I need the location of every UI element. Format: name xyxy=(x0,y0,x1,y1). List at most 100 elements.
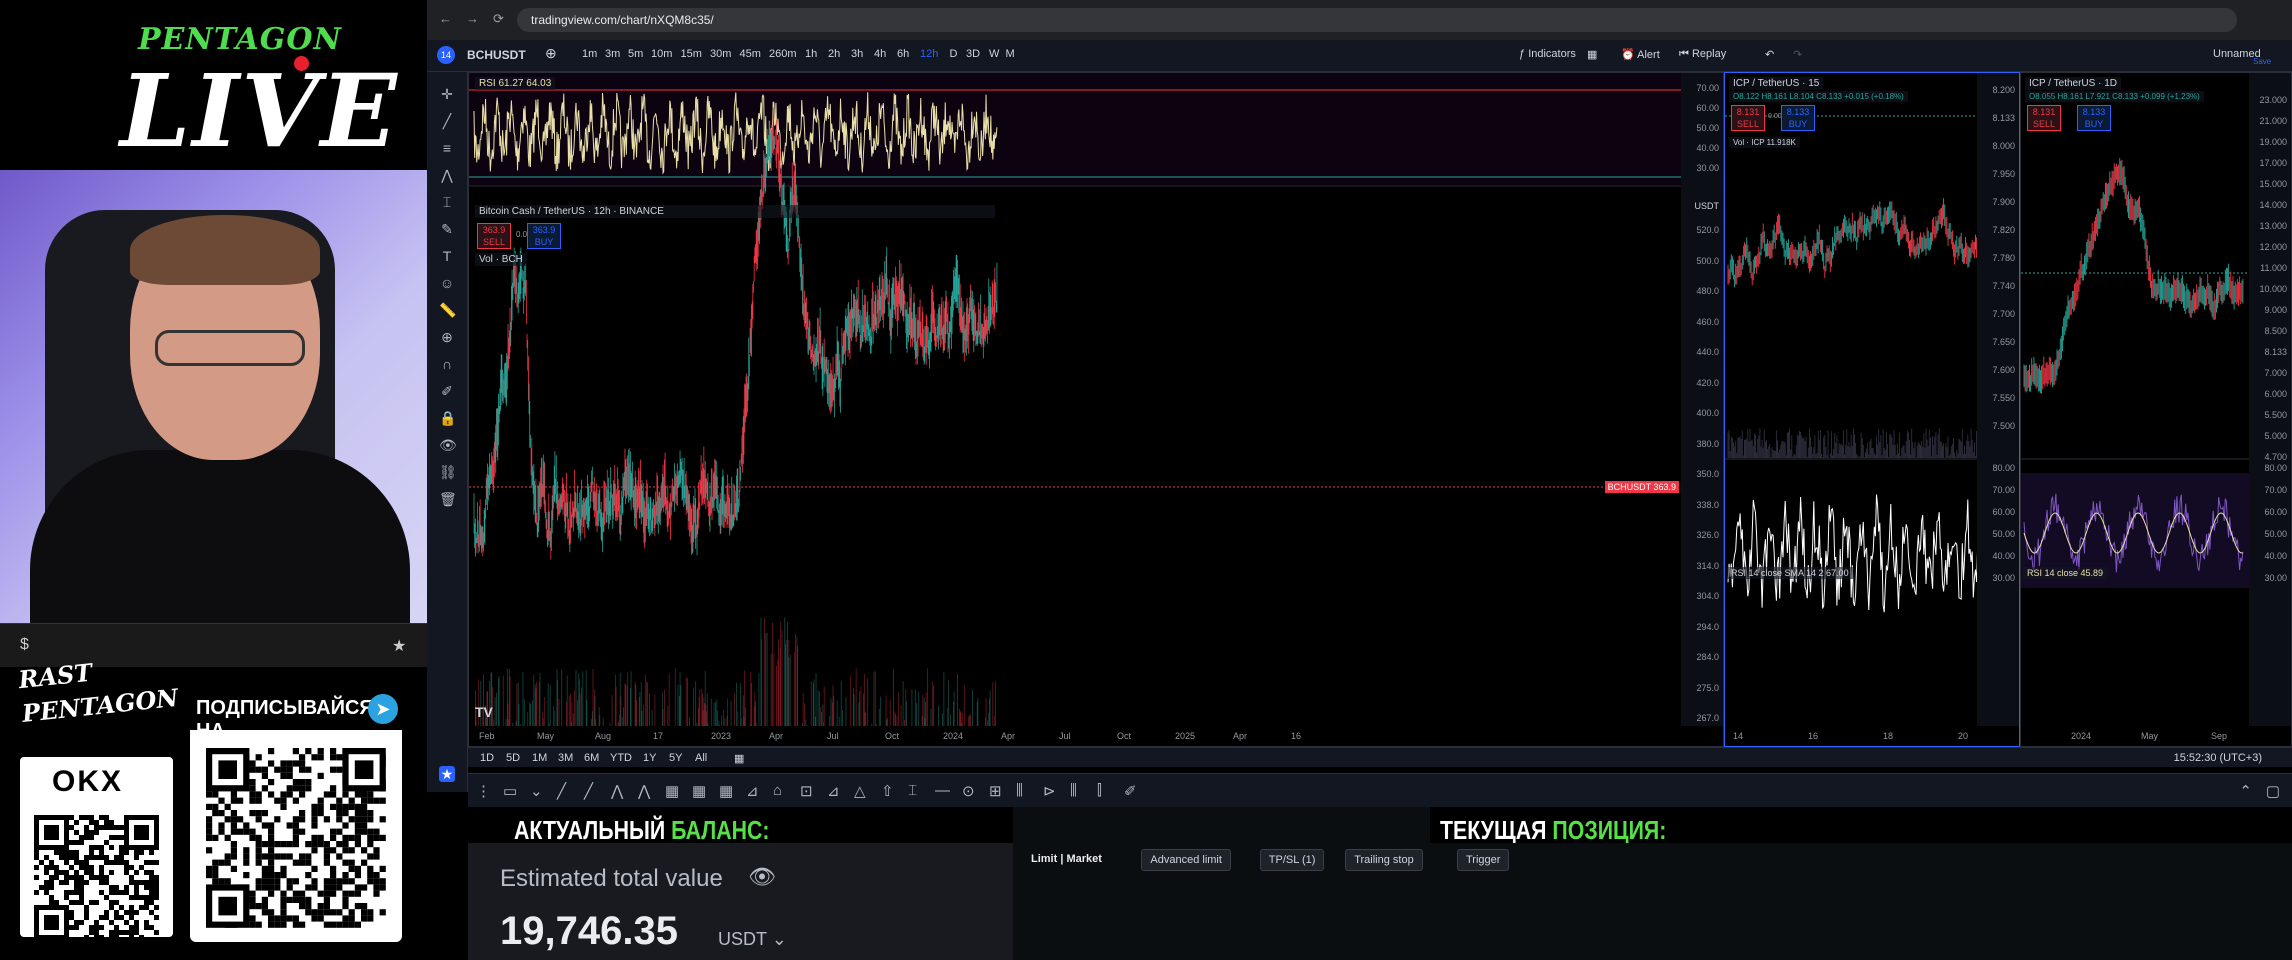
order-tab-4[interactable]: Trigger xyxy=(1457,849,1510,871)
icp15-sell-button[interactable]: 8.131 SELL xyxy=(1731,105,1765,131)
trash-icon[interactable]: 🗑 xyxy=(439,491,457,507)
text-icon[interactable]: T xyxy=(439,248,455,264)
browser-nav-icons[interactable]: ←→⟳ xyxy=(439,11,518,27)
ruler-icon[interactable]: 📏 xyxy=(439,302,456,318)
draw-tool-icon[interactable]: ╱ xyxy=(584,782,593,800)
pattern-icon[interactable]: ⋀ xyxy=(439,167,455,183)
draw-tool-icon[interactable]: ▦ xyxy=(719,782,733,800)
address-bar[interactable]: tradingview.com/chart/nXQM8c35/ xyxy=(517,8,2237,32)
draw-tool-icon[interactable]: ▦ xyxy=(665,782,679,800)
icp-15m-chart-panel[interactable]: ICP / TetherUS · 15 O8.122 H8.161 L8.104… xyxy=(1724,72,2020,747)
interval-30m[interactable]: 30m xyxy=(710,48,731,60)
interval-15m[interactable]: 15m xyxy=(681,48,702,60)
icp15-buy-button[interactable]: 8.133 BUY xyxy=(1781,105,1815,131)
range-YTD[interactable]: YTD xyxy=(610,752,632,764)
interval-M[interactable]: M xyxy=(1006,48,1015,60)
range-1D[interactable]: 1D xyxy=(480,752,494,764)
undo-icon[interactable]: ↶ xyxy=(1765,48,1774,61)
interval-2h[interactable]: 2h xyxy=(828,48,840,60)
main-time-axis[interactable]: Feb May Aug 17 2023 Apr Jul Oct 2024 Apr Jul Oct 202… xyxy=(469,726,1723,746)
calendar-icon[interactable]: ▦ xyxy=(734,752,744,765)
sell-button[interactable]: 363.9 SELL xyxy=(477,223,511,249)
range-5D[interactable]: 5D xyxy=(506,752,520,764)
eye-icon[interactable]: 👁 xyxy=(748,864,776,890)
range-5Y[interactable]: 5Y xyxy=(669,752,682,764)
link-icon[interactable]: ⛓ xyxy=(439,464,457,480)
range-3M[interactable]: 3M xyxy=(558,752,573,764)
draw-tool-icon[interactable]: △ xyxy=(854,782,866,800)
indicators-button[interactable]: ƒ Indicators xyxy=(1519,48,1576,60)
interval-1h[interactable]: 1h xyxy=(805,48,817,60)
draw-tool-icon[interactable]: ⫿ xyxy=(1097,782,1102,799)
range-1Y[interactable]: 1Y xyxy=(643,752,656,764)
interval-12h[interactable]: 12h xyxy=(920,48,938,60)
draw-tool-icon[interactable]: ⊳ xyxy=(1043,782,1056,800)
draw-tool-icon[interactable]: ⊿ xyxy=(827,782,840,800)
tab-badge[interactable]: 14 xyxy=(437,46,455,64)
draw-tool-icon[interactable]: ⊞ xyxy=(989,782,1002,800)
alert-button[interactable]: ⏰ Alert xyxy=(1621,48,1660,61)
range-1M[interactable]: 1M xyxy=(532,752,547,764)
clock[interactable]: 15:52:30 (UTC+3) xyxy=(2174,752,2262,764)
volume-legend[interactable]: Vol · BCH xyxy=(475,253,527,266)
order-tab-2[interactable]: TP/SL (1) xyxy=(1259,849,1325,871)
interval-3h[interactable]: 3h xyxy=(851,48,863,60)
range-6M[interactable]: 6M xyxy=(584,752,599,764)
icp-15m-canvas[interactable] xyxy=(1725,73,1979,728)
interval-1m[interactable]: 1m xyxy=(582,48,597,60)
save-label[interactable]: Save xyxy=(2253,57,2271,66)
range-All[interactable]: All xyxy=(695,752,707,764)
draw-tool-icon[interactable]: ⌶ xyxy=(908,782,917,799)
interval-10m[interactable]: 10m xyxy=(651,48,672,60)
icp1d-rsi-legend[interactable]: RSI 14 close 45.89 xyxy=(2023,567,2108,579)
main-chart-panel[interactable]: TV RSI 61.27 64.03 Bitcoin Cash / Tether… xyxy=(468,72,1724,747)
draw-tool-icon[interactable]: ╱ xyxy=(557,782,566,800)
icp15-price-axis[interactable]: 8.200 8.133 8.000 7.950 7.900 7.820 7.780 7.740… xyxy=(1977,73,2019,746)
collapse-icon[interactable]: ⌃ xyxy=(2239,782,2252,800)
interval-5m[interactable]: 5m xyxy=(628,48,643,60)
main-chart-canvas[interactable]: TV xyxy=(469,73,1683,728)
main-price-axis[interactable]: USDT 70.00 60.00 50.00 40.00 30.00 520.0 500.0… xyxy=(1681,73,1723,746)
measure-icon[interactable]: ⌶ xyxy=(439,194,455,210)
icp15-time-axis[interactable]: 14 16 18 20 xyxy=(1725,726,2019,746)
draw-tool-icon[interactable]: ✐ xyxy=(1124,782,1137,800)
symbol-search[interactable]: BCHUSDT xyxy=(467,48,526,62)
interval-3D[interactable]: 3D xyxy=(966,48,980,60)
order-tab-3[interactable]: Trailing stop xyxy=(1345,849,1423,871)
currency-label[interactable]: USDT xyxy=(1695,201,1720,211)
visibility-icon[interactable]: 👁 xyxy=(439,437,457,453)
draw-tool-icon[interactable]: ▭ xyxy=(503,782,517,800)
interval-W[interactable]: W xyxy=(989,48,999,60)
trend-line-icon[interactable]: ╱ xyxy=(439,113,455,129)
order-tab-0[interactable]: Limit | Market xyxy=(1023,849,1110,871)
icp1d-sell-button[interactable]: 8.131 SELL xyxy=(2027,105,2061,131)
draw-tool-icon[interactable]: ⋀ xyxy=(638,782,650,800)
draw-tool-icon[interactable]: — xyxy=(935,782,950,799)
buy-button[interactable]: 363.9 BUY xyxy=(527,223,561,249)
add-symbol-icon[interactable]: ⊕ xyxy=(545,45,557,62)
draw-tool-icon[interactable]: ⫼ xyxy=(1070,782,1077,799)
draw-tool-icon[interactable]: ⊿ xyxy=(746,782,759,800)
draw-tool-icon[interactable]: ⇧ xyxy=(881,782,894,800)
estimated-unit[interactable]: USDT ⌄ xyxy=(718,929,787,950)
icp1d-buy-button[interactable]: 8.133 BUY xyxy=(2077,105,2111,131)
icp15-title[interactable]: ICP / TetherUS · 15 xyxy=(1729,77,1824,90)
watchlist-icon[interactable]: ★ xyxy=(439,766,455,782)
magnet-icon[interactable]: ∩ xyxy=(439,356,455,372)
draw-tool-icon[interactable]: ⫼ xyxy=(1016,782,1023,799)
interval-D[interactable]: D xyxy=(950,48,958,60)
interval-45m[interactable]: 45m xyxy=(740,48,761,60)
draw-tool-icon[interactable]: ⊡ xyxy=(800,782,813,800)
draw-tool-icon[interactable]: ⋮ xyxy=(476,782,491,800)
icp1d-title[interactable]: ICP / TetherUS · 1D xyxy=(2025,77,2121,90)
draw-tool-icon[interactable]: ▦ xyxy=(692,782,706,800)
icp15-rsi-legend[interactable]: RSI 14 close SMA 14 2 67.00 xyxy=(1727,567,1853,579)
fib-icon[interactable]: ≡ xyxy=(439,140,455,156)
draw-tool-icon[interactable]: ⊙ xyxy=(962,782,975,800)
draw-tool-icon[interactable]: ⌂ xyxy=(773,782,782,799)
interval-3m[interactable]: 3m xyxy=(605,48,620,60)
maximize-icon[interactable]: ▢ xyxy=(2266,782,2280,800)
zoom-icon[interactable]: ⊕ xyxy=(439,329,455,345)
icp1d-price-axis[interactable]: 23.000 21.000 19.000 17.000 15.000 14.000 13.0… xyxy=(2249,73,2291,746)
lock-draw-icon[interactable]: ✐ xyxy=(439,383,455,399)
